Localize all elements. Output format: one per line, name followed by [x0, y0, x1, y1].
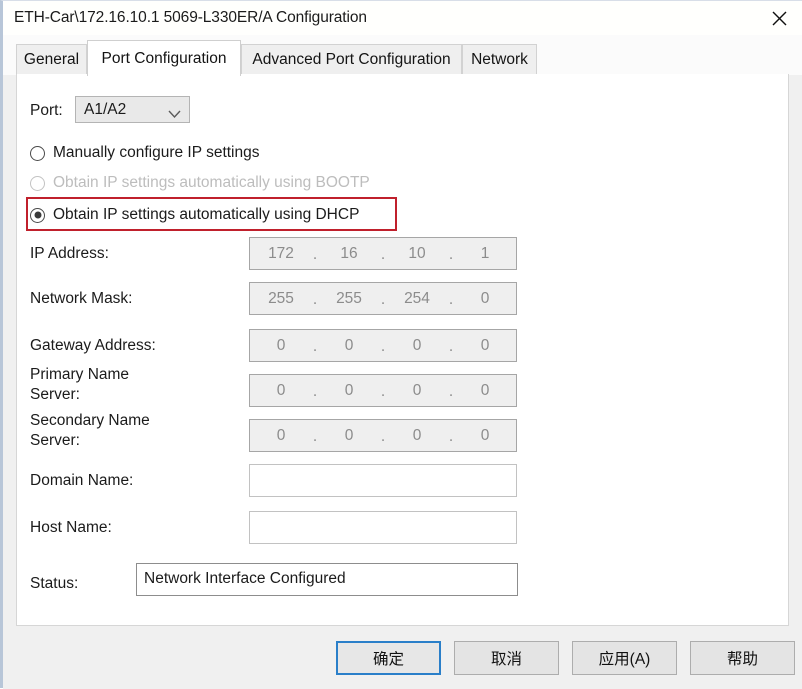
- tab-network-label: Network: [471, 51, 528, 68]
- radio-manual-ip-indicator: [30, 145, 45, 161]
- ok-button[interactable]: 确定: [336, 641, 441, 675]
- octet-separator: .: [312, 337, 318, 355]
- gateway-address-octet-4: 0: [480, 336, 490, 354]
- primary-name-server-octet-2: 0: [344, 381, 354, 399]
- ip-address-label: IP Address:: [30, 245, 109, 262]
- ip-address-octet-2: 16: [340, 244, 358, 262]
- octet-separator: .: [312, 290, 318, 308]
- primary-name-server-octet-4: 0: [480, 381, 490, 399]
- window-title: ETH-Car\172.16.10.1 5069-L330ER/A Config…: [14, 9, 367, 26]
- gateway-address-octet-2: 0: [344, 336, 354, 354]
- tab-general-label: General: [23, 51, 80, 68]
- primary-name-server-octet-1: 0: [276, 381, 286, 399]
- ip-address-octet-1: 172: [268, 244, 294, 262]
- help-button[interactable]: 帮助: [690, 641, 795, 675]
- primary-name-server-octet-3: 0: [412, 381, 422, 399]
- radio-dhcp-indicator: [30, 207, 45, 223]
- octet-separator: .: [312, 382, 318, 400]
- ip-address-octet-3: 10: [408, 244, 426, 262]
- tab-port-configuration[interactable]: Port Configuration: [87, 40, 241, 76]
- secondary-name-server-label-line2: Server:: [30, 432, 80, 449]
- octet-separator: .: [312, 245, 318, 263]
- ip-address-input[interactable]: 172 . 16 . 10 . 1: [249, 237, 517, 270]
- radio-bootp: Obtain IP settings automatically using B…: [30, 174, 370, 192]
- secondary-name-server-input[interactable]: 0 . 0 . 0 . 0: [249, 419, 517, 452]
- help-button-label: 帮助: [726, 651, 758, 668]
- network-mask-input[interactable]: 255 . 255 . 254 . 0: [249, 282, 517, 315]
- network-mask-octet-1: 255: [268, 289, 294, 307]
- domain-name-input[interactable]: [249, 464, 517, 497]
- apply-button-label: 应用(A): [598, 651, 651, 668]
- secondary-name-server-octet-2: 0: [344, 426, 354, 444]
- network-mask-octet-2: 255: [336, 289, 362, 307]
- radio-bootp-indicator: [30, 175, 45, 191]
- radio-dhcp-label: Obtain IP settings automatically using D…: [53, 206, 360, 223]
- radio-manual-ip-label: Manually configure IP settings: [53, 144, 260, 161]
- gateway-address-label: Gateway Address:: [30, 337, 156, 354]
- gateway-address-input[interactable]: 0 . 0 . 0 . 0: [249, 329, 517, 362]
- apply-button[interactable]: 应用(A): [572, 641, 677, 675]
- close-icon[interactable]: [756, 1, 802, 35]
- status-input[interactable]: Network Interface Configured: [136, 563, 518, 596]
- cancel-button-label: 取消: [490, 651, 522, 668]
- tab-strip: General Port Configuration Advanced Port…: [3, 35, 802, 76]
- tab-general[interactable]: General: [16, 44, 87, 75]
- gateway-address-octet-1: 0: [276, 336, 286, 354]
- tab-port-configuration-label: Port Configuration: [101, 49, 227, 67]
- primary-name-server-label-line2: Server:: [30, 386, 80, 403]
- octet-separator: .: [312, 427, 318, 445]
- host-name-input[interactable]: [249, 511, 517, 544]
- chevron-down-icon: [168, 106, 181, 124]
- status-label: Status:: [30, 575, 79, 592]
- title-bar: ETH-Car\172.16.10.1 5069-L330ER/A Config…: [3, 1, 802, 35]
- network-mask-label: Network Mask:: [30, 290, 133, 307]
- tab-network[interactable]: Network: [462, 44, 537, 75]
- port-select[interactable]: A1/A2: [75, 96, 190, 123]
- secondary-name-server-label-line1: Secondary Name: [30, 412, 150, 429]
- octet-separator: .: [448, 382, 454, 400]
- octet-separator: .: [380, 290, 386, 308]
- primary-name-server-input[interactable]: 0 . 0 . 0 . 0: [249, 374, 517, 407]
- primary-name-server-label-line1: Primary Name: [30, 366, 130, 383]
- port-select-value: A1/A2: [84, 101, 127, 118]
- primary-name-server-label: Primary Name Server:: [30, 365, 129, 405]
- cancel-button[interactable]: 取消: [454, 641, 559, 675]
- ip-address-octet-4: 1: [480, 244, 490, 262]
- port-configuration-panel: Port: A1/A2 Manually configure IP settin…: [16, 74, 789, 626]
- octet-separator: .: [380, 245, 386, 263]
- gateway-address-octet-3: 0: [412, 336, 422, 354]
- port-label: Port:: [30, 102, 63, 119]
- octet-separator: .: [380, 337, 386, 355]
- radio-dhcp[interactable]: Obtain IP settings automatically using D…: [30, 206, 359, 224]
- host-name-label: Host Name:: [30, 519, 112, 536]
- network-mask-octet-3: 254: [404, 289, 430, 307]
- configuration-dialog: ETH-Car\172.16.10.1 5069-L330ER/A Config…: [0, 0, 802, 689]
- status-value: Network Interface Configured: [144, 570, 346, 587]
- tab-advanced-port-configuration-label: Advanced Port Configuration: [252, 51, 451, 68]
- secondary-name-server-octet-4: 0: [480, 426, 490, 444]
- octet-separator: .: [448, 290, 454, 308]
- radio-bootp-label: Obtain IP settings automatically using B…: [53, 174, 370, 191]
- octet-separator: .: [448, 337, 454, 355]
- network-mask-octet-4: 0: [480, 289, 490, 307]
- radio-manual-ip[interactable]: Manually configure IP settings: [30, 144, 260, 162]
- octet-separator: .: [448, 427, 454, 445]
- secondary-name-server-octet-3: 0: [412, 426, 422, 444]
- octet-separator: .: [380, 382, 386, 400]
- tab-advanced-port-configuration[interactable]: Advanced Port Configuration: [241, 44, 462, 75]
- octet-separator: .: [448, 245, 454, 263]
- domain-name-label: Domain Name:: [30, 472, 134, 489]
- ok-button-label: 确定: [372, 651, 404, 668]
- secondary-name-server-octet-1: 0: [276, 426, 286, 444]
- octet-separator: .: [380, 427, 386, 445]
- secondary-name-server-label: Secondary Name Server:: [30, 411, 150, 451]
- dialog-button-bar: 确定 取消 应用(A) 帮助: [3, 627, 802, 689]
